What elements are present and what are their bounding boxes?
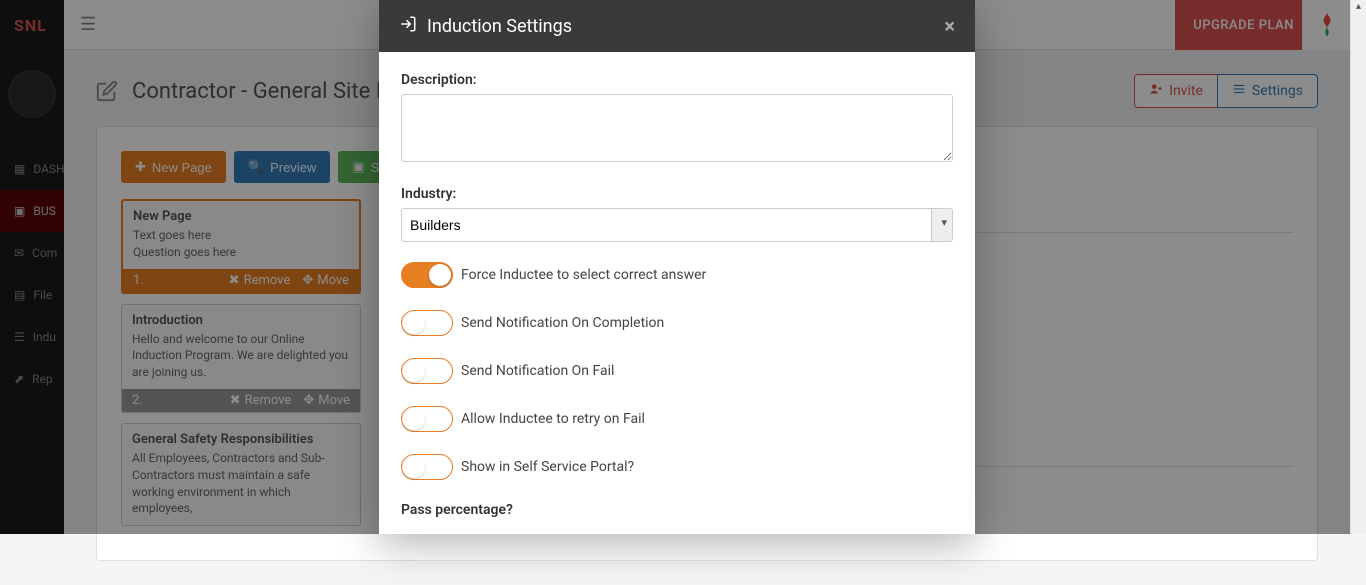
page-scrollbar[interactable]: ▴ xyxy=(1350,0,1366,534)
toggle-force-correct[interactable] xyxy=(401,262,453,288)
description-input[interactable] xyxy=(401,94,953,162)
toggle-notify-fail-label: Send Notification On Fail xyxy=(461,363,614,379)
description-label: Description: xyxy=(401,72,953,88)
login-icon xyxy=(399,15,417,37)
induction-settings-modal: Induction Settings × Description: Indust… xyxy=(379,0,975,534)
toggle-retry-fail-label: Allow Inductee to retry on Fail xyxy=(461,411,645,427)
toggle-self-service[interactable] xyxy=(401,454,453,480)
toggle-retry-fail[interactable] xyxy=(401,406,453,432)
toggle-notify-complete[interactable] xyxy=(401,310,453,336)
toggle-force-correct-label: Force Inductee to select correct answer xyxy=(461,267,706,283)
industry-select[interactable]: Builders xyxy=(401,208,953,242)
modal-title: Induction Settings xyxy=(427,16,572,37)
industry-label: Industry: xyxy=(401,186,953,202)
scroll-up-icon[interactable]: ▴ xyxy=(1352,0,1366,14)
toggle-notify-fail[interactable] xyxy=(401,358,453,384)
toggle-notify-complete-label: Send Notification On Completion xyxy=(461,315,664,331)
toggle-self-service-label: Show in Self Service Portal? xyxy=(461,459,634,475)
pass-percentage-label: Pass percentage? xyxy=(401,502,953,518)
close-icon[interactable]: × xyxy=(944,14,955,38)
